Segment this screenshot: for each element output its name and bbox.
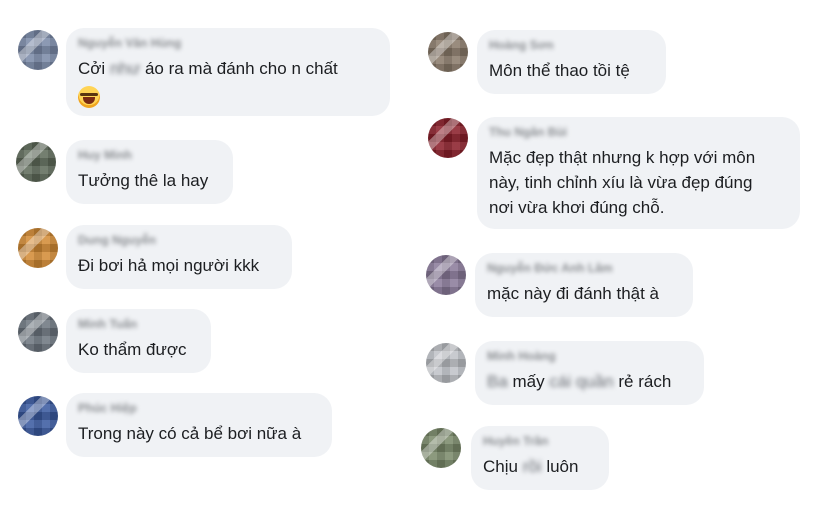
comment-text: Đi bơi hả mọi người kkk <box>78 256 260 275</box>
commenter-name[interactable]: Thu Ngân Bùi <box>489 125 788 139</box>
commenter-name[interactable]: Dung Nguyễn <box>78 233 280 247</box>
avatar[interactable] <box>18 396 58 436</box>
comment-bubble: Dung Nguyễn Đi bơi hả mọi người kkk <box>66 225 292 289</box>
comment-text: Môn thể thao tồi tệ <box>489 61 630 80</box>
comment-bubble: Minh Hoàng Ba mấy cái quần rẻ rách <box>475 341 704 405</box>
commenter-name[interactable]: Nguyễn Văn Hùng <box>78 36 378 50</box>
comment-text: Ba mấy cái quần rẻ rách <box>487 372 672 391</box>
laughing-crying-emoji-icon <box>78 85 100 108</box>
avatar[interactable] <box>426 255 466 295</box>
comment-text: mặc này đi đánh thật à <box>487 284 660 303</box>
commenter-name[interactable]: Huy Minh <box>78 148 221 162</box>
avatar[interactable] <box>18 312 58 352</box>
comment-text: Trong này có cả bể bơi nữa à <box>78 424 302 443</box>
comment-bubble: Huyền Trần Chịu rồi luôn <box>471 426 609 490</box>
avatar[interactable] <box>18 228 58 268</box>
commenter-name[interactable]: Phúc Hiệp <box>78 401 320 415</box>
comment-text: Mặc đẹp thật nhưng k hợp với môn này, ti… <box>489 148 756 217</box>
comment-bubble: Minh Tuấn Ko thẩm được <box>66 309 211 373</box>
avatar[interactable] <box>428 118 468 158</box>
comment-bubble: Huy Minh Tưởng thê la hay <box>66 140 233 204</box>
commenter-name[interactable]: Minh Hoàng <box>487 349 692 363</box>
comment-text: Chịu rồi luôn <box>483 457 579 476</box>
avatar[interactable] <box>428 32 468 72</box>
commenter-name[interactable]: Minh Tuấn <box>78 317 199 331</box>
comment-bubble: Hoàng Sơn Môn thể thao tồi tệ <box>477 30 666 94</box>
avatar[interactable] <box>16 142 56 182</box>
comment-text: Ko thẩm được <box>78 340 187 359</box>
comment-text: Tưởng thê la hay <box>78 171 209 190</box>
comment-text: Cởi như áo ra mà đánh cho n chất <box>78 56 378 108</box>
avatar[interactable] <box>426 343 466 383</box>
commenter-name[interactable]: Huyền Trần <box>483 434 597 448</box>
comment-bubble: Phúc Hiệp Trong này có cả bể bơi nữa à <box>66 393 332 457</box>
comment-bubble: Thu Ngân Bùi Mặc đẹp thật nhưng k hợp vớ… <box>477 117 800 229</box>
commenter-name[interactable]: Hoàng Sơn <box>489 38 654 52</box>
comment-bubble: Nguyễn Văn Hùng Cởi như áo ra mà đánh ch… <box>66 28 390 116</box>
avatar[interactable] <box>18 30 58 70</box>
avatar[interactable] <box>421 428 461 468</box>
commenter-name[interactable]: Nguyễn Đức Anh Lâm <box>487 261 681 275</box>
comment-bubble: Nguyễn Đức Anh Lâm mặc này đi đánh thật … <box>475 253 693 317</box>
